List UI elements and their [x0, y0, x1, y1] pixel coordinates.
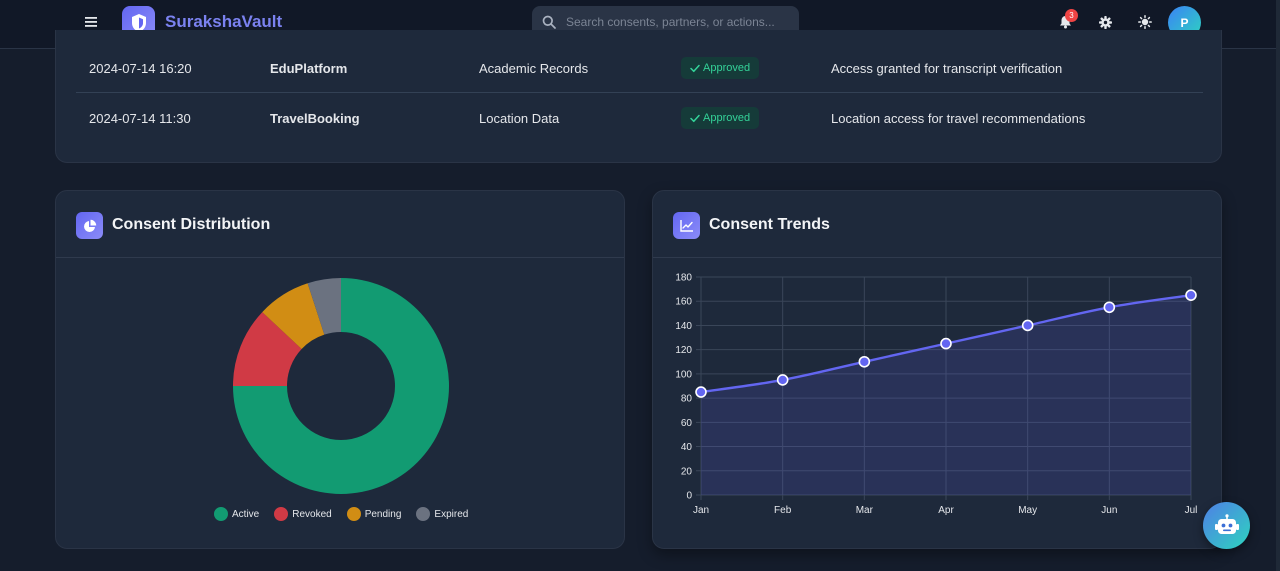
chart-legend: Active Revoked Pending Expired — [214, 507, 468, 521]
y-tick-label: 80 — [681, 394, 693, 405]
status-badge: Approved — [681, 107, 760, 129]
menu-icon[interactable] — [82, 12, 100, 32]
timestamp-cell: 2024-07-14 11:30 — [89, 111, 191, 126]
partner-cell: TravelBooking — [270, 111, 360, 126]
data-point-apr[interactable] — [940, 337, 952, 350]
notification-badge: 3 — [1065, 9, 1078, 22]
gear-icon[interactable] — [1096, 13, 1114, 31]
data-point-feb[interactable] — [776, 374, 789, 386]
donut-chart[interactable] — [56, 271, 626, 511]
y-tick-label: 40 — [681, 442, 693, 453]
data-point-jan[interactable] — [695, 386, 707, 398]
line-chart[interactable]: 0 20 40 60 80 100 120 140 160 180 Jan Feb Mar Apr May J… — [653, 266, 1221, 546]
y-tick-label: 0 — [686, 491, 692, 502]
y-tick-label: 140 — [675, 321, 692, 332]
data-point-mar[interactable] — [858, 355, 871, 368]
status-label: Approved — [703, 62, 751, 74]
card-header: Consent Distribution — [56, 191, 624, 258]
card-title: Consent Distribution — [112, 216, 271, 233]
x-tick-label: Feb — [774, 505, 792, 516]
x-tick-label: Apr — [938, 505, 954, 516]
timestamp-cell: 2024-07-14 16:20 — [89, 61, 192, 76]
legend-label: Active — [232, 508, 260, 520]
check-icon — [690, 64, 700, 72]
y-tick-label: 120 — [675, 345, 692, 356]
data-type-cell: Location Data — [479, 111, 560, 126]
legend-item-revoked[interactable]: Revoked — [274, 507, 332, 521]
y-tick-label: 180 — [675, 273, 692, 284]
check-icon — [690, 114, 700, 122]
x-tick-label: Jun — [1101, 505, 1117, 516]
legend-item-active[interactable]: Active — [214, 507, 259, 521]
consent-distribution-card: Consent Distribution Active Revoked Pend… — [55, 190, 625, 549]
table-row[interactable]: 2024-07-14 11:30 TravelBooking Location … — [76, 93, 1203, 143]
sun-icon[interactable] — [1136, 13, 1154, 31]
x-tick-label: Jan — [693, 505, 709, 516]
partner-cell: EduPlatform — [270, 61, 348, 76]
activity-table: 2024-07-14 16:20 EduPlatform Academic Re… — [55, 30, 1222, 163]
x-tick-label: May — [1018, 505, 1037, 516]
consent-trends-card: Consent Trends 0 20 40 60 80 100 120 140 160 180 J… — [652, 190, 1222, 549]
table-row[interactable]: 2024-07-14 16:20 EduPlatform Academic Re… — [76, 43, 1203, 93]
line-chart-icon — [673, 212, 700, 239]
description-cell: Location access for travel recommendatio… — [831, 111, 1086, 126]
data-type-cell: Academic Records — [479, 61, 589, 76]
brand-name[interactable]: SurakshaVault — [165, 12, 282, 32]
legend-label: Revoked — [292, 508, 332, 520]
assistant-button[interactable] — [1203, 502, 1250, 549]
legend-item-pending[interactable]: Pending — [346, 507, 402, 521]
y-tick-label: 160 — [675, 297, 692, 308]
description-cell: Access granted for transcript verificati… — [831, 61, 1063, 76]
legend-item-expired[interactable]: Expired — [416, 507, 468, 521]
y-tick-label: 20 — [681, 466, 693, 477]
legend-swatch — [214, 507, 228, 521]
data-point-jul[interactable] — [1185, 289, 1197, 301]
data-point-may[interactable] — [1021, 319, 1034, 332]
y-tick-label: 60 — [681, 418, 693, 429]
legend-swatch — [346, 507, 361, 521]
legend-label: Pending — [364, 508, 402, 520]
robot-icon — [1214, 513, 1239, 534]
legend-swatch — [416, 507, 431, 521]
legend-swatch — [274, 507, 289, 521]
legend-label: Expired — [434, 508, 469, 520]
x-tick-label: Mar — [856, 505, 874, 516]
status-label: Approved — [703, 112, 751, 124]
status-badge: Approved — [681, 57, 760, 79]
card-title: Consent Trends — [709, 216, 830, 233]
y-tick-label: 100 — [675, 369, 692, 380]
data-point-jun[interactable] — [1103, 301, 1116, 314]
page-scrollbar[interactable] — [1276, 0, 1280, 571]
pie-chart-icon — [76, 212, 103, 239]
search-input[interactable] — [566, 12, 786, 32]
card-header: Consent Trends — [653, 191, 1221, 258]
x-tick-label: Jul — [1185, 505, 1198, 516]
